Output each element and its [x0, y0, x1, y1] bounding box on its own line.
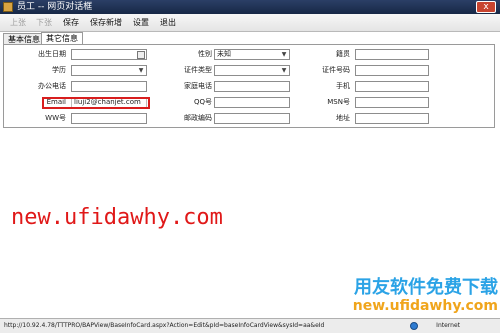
exit-button[interactable]: 退出	[160, 14, 176, 31]
id-number-label: 证件号码	[322, 66, 350, 74]
msn-label: MSN号	[327, 98, 350, 106]
dialog-window: 员工 -- 网页对话框 x 上张 下张 保存 保存新增 设置 退出 基本信息 其…	[0, 0, 500, 333]
save-button[interactable]: 保存	[63, 14, 79, 31]
status-bar: http://10.92.4.78/TTTPRO/BAPView/BaseInf…	[0, 318, 500, 333]
ww-label: WW号	[45, 114, 66, 122]
id-type-select[interactable]: ▼	[214, 65, 290, 76]
tab-basic-info[interactable]: 基本信息	[3, 33, 45, 44]
postcode-field[interactable]	[214, 113, 290, 124]
email-highlight-box	[42, 97, 150, 109]
birth-date-label: 出生日期	[38, 50, 66, 58]
gender-label: 性别	[198, 50, 212, 58]
qq-field[interactable]	[214, 97, 290, 108]
brand-url-watermark: new.ufidawhy.com	[352, 298, 498, 314]
native-place-field[interactable]	[355, 49, 429, 60]
tab-other-info[interactable]: 其它信息	[41, 32, 83, 44]
globe-icon	[410, 322, 418, 330]
watermark-text: new.ufidawhy.com	[11, 205, 223, 230]
window-title: 员工 -- 网页对话框	[17, 2, 93, 12]
calendar-icon[interactable]	[137, 51, 145, 59]
native-place-label: 籍贯	[336, 50, 350, 58]
education-select[interactable]: ▼	[71, 65, 147, 76]
gender-select[interactable]: 未知 ▼	[214, 49, 290, 60]
tab-strip: 基本信息 其它信息	[0, 32, 500, 44]
education-label: 学历	[52, 66, 66, 74]
home-phone-field[interactable]	[214, 81, 290, 92]
gender-value: 未知	[217, 50, 231, 58]
app-icon	[3, 2, 13, 12]
birth-date-field[interactable]	[71, 49, 147, 60]
ww-field[interactable]	[71, 113, 147, 124]
chevron-down-icon[interactable]: ▼	[280, 50, 288, 59]
prev-button[interactable]: 上张	[10, 14, 26, 31]
id-type-label: 证件类型	[184, 66, 212, 74]
mobile-label: 手机	[336, 82, 350, 90]
security-zone: Internet	[436, 322, 460, 329]
close-button[interactable]: x	[476, 1, 496, 13]
postcode-label: 邮政编码	[184, 114, 212, 122]
status-url: http://10.92.4.78/TTTPRO/BAPView/BaseInf…	[4, 322, 325, 329]
save-new-button[interactable]: 保存新增	[90, 14, 122, 31]
office-phone-field[interactable]	[71, 81, 147, 92]
toolbar: 上张 下张 保存 保存新增 设置 退出	[0, 14, 500, 32]
office-phone-label: 办公电话	[38, 82, 66, 90]
content-area: new.ufidawhy.com 用友软件免费下载 new.ufidawhy.c…	[0, 130, 500, 318]
title-bar: 员工 -- 网页对话框 x	[0, 0, 500, 14]
chevron-down-icon[interactable]: ▼	[280, 66, 288, 75]
next-button[interactable]: 下张	[36, 14, 52, 31]
brand-watermark: 用友软件免费下载	[354, 277, 498, 298]
msn-field[interactable]	[355, 97, 429, 108]
form-panel: 出生日期 性别 未知 ▼ 籍贯 学历 ▼ 证件类型 ▼ 证件号码 办公电话 家庭…	[3, 44, 495, 128]
address-field[interactable]	[355, 113, 429, 124]
mobile-field[interactable]	[355, 81, 429, 92]
qq-label: QQ号	[193, 98, 212, 106]
home-phone-label: 家庭电话	[184, 82, 212, 90]
address-label: 地址	[336, 114, 350, 122]
chevron-down-icon[interactable]: ▼	[137, 66, 145, 75]
settings-button[interactable]: 设置	[133, 14, 149, 31]
id-number-field[interactable]	[355, 65, 429, 76]
